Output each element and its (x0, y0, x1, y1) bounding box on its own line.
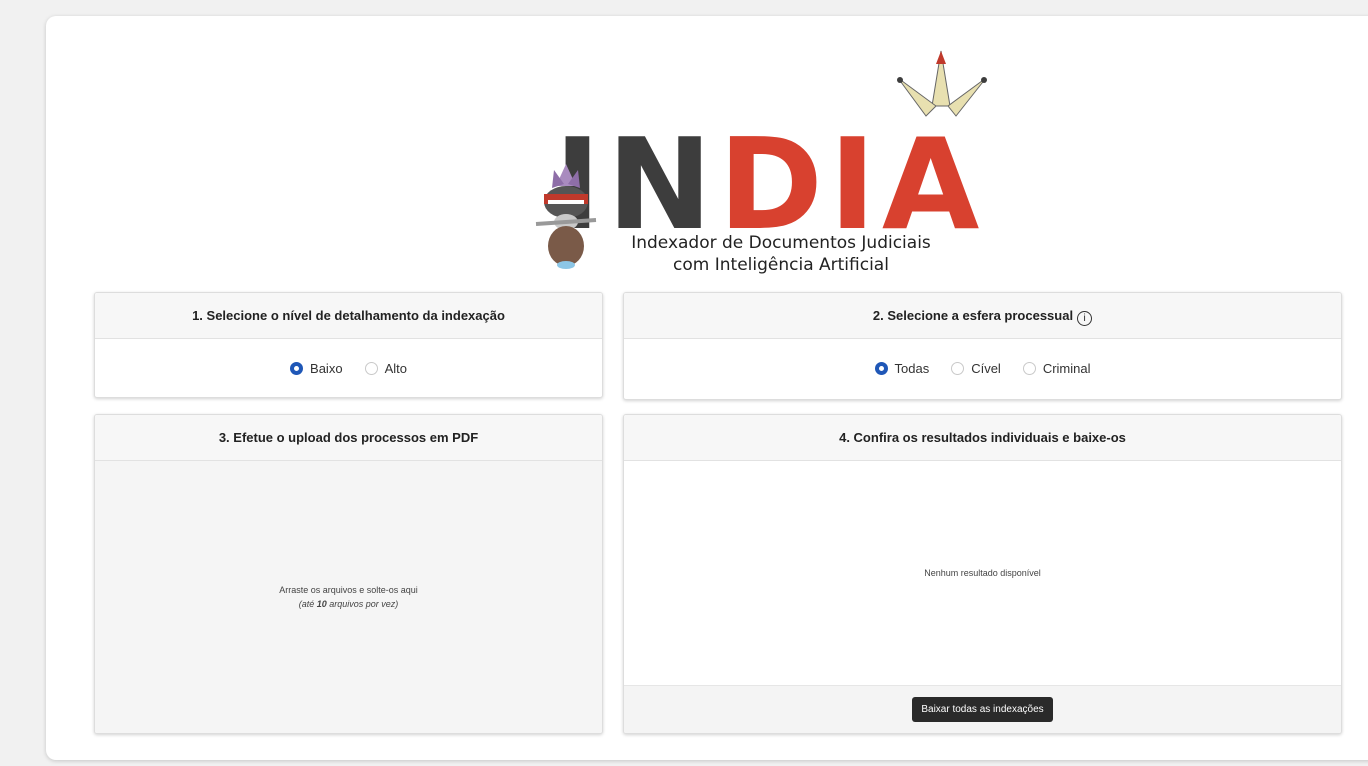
results-card: 4. Confira os resultados individuais e b… (623, 414, 1342, 734)
detail-level-options: Baixo Alto (95, 339, 602, 397)
download-all-button[interactable]: Baixar todas as indexações (912, 697, 1053, 722)
logo-letter: I (828, 111, 882, 258)
results-footer: Baixar todas as indexações (624, 685, 1341, 733)
empty-results-text: Nenhum resultado disponível (924, 568, 1041, 578)
logo-letter: D (718, 111, 829, 258)
mascot-icon (535, 164, 597, 269)
india-logo: I N D I A Indexador de Documentos Judici… (526, 46, 1026, 286)
info-icon[interactable]: i (1077, 311, 1093, 326)
max-files-count: 10 (316, 599, 327, 609)
radio-alto[interactable]: Alto (364, 360, 407, 376)
radio-civel[interactable]: Cível (951, 361, 1001, 376)
radio-label: Criminal (1042, 360, 1091, 376)
radio-baixo[interactable]: Baixo (290, 361, 343, 376)
dropzone-text: Arraste os arquivos e solte-os aqui (279, 585, 418, 595)
card-title: 2. Selecione a esfera processual i (624, 293, 1341, 339)
card-title: 1. Selecione o nível de detalhamento da … (95, 293, 602, 339)
radio-label: Alto (384, 360, 407, 376)
radio-label: Baixo (310, 360, 343, 376)
file-dropzone[interactable]: Arraste os arquivos e solte-os aqui (até… (95, 461, 602, 733)
logo-tagline: Indexador de Documentos Judiciais com In… (616, 232, 946, 276)
upload-card: 3. Efetue o upload dos processos em PDF … (94, 414, 603, 734)
tagline-line-2: com Inteligência Artificial (673, 255, 889, 275)
procedural-sphere-card: 2. Selecione a esfera processual i Todas … (623, 292, 1342, 400)
logo-letter: A (881, 111, 986, 258)
card-title-text: 2. Selecione a esfera processual (872, 308, 1074, 323)
radio-criminal[interactable]: Criminal (1022, 360, 1091, 376)
main-panel: I N D I A Indexador de Documentos Judici… (46, 16, 1368, 760)
tagline-line-1: Indexador de Documentos Judiciais (631, 233, 931, 253)
radio-todas[interactable]: Todas (874, 360, 930, 376)
card-title: 3. Efetue o upload dos processos em PDF (95, 415, 602, 461)
radio-selected-icon[interactable] (290, 361, 304, 375)
radio-label: Todas (894, 360, 930, 376)
results-area: Nenhum resultado disponível (624, 461, 1341, 685)
radio-unselected-icon[interactable] (951, 361, 965, 375)
card-title: 4. Confira os resultados individuais e b… (624, 415, 1341, 461)
radio-unselected-icon[interactable] (364, 361, 378, 375)
radio-unselected-icon[interactable] (1022, 361, 1036, 375)
radio-label: Cível (971, 360, 1001, 376)
sphere-options: Todas Cível Criminal (624, 339, 1341, 397)
logo-letter: N (606, 111, 719, 258)
dropzone-subtext: (até 10 arquivos por vez) (298, 599, 399, 609)
radio-selected-icon[interactable] (874, 361, 888, 375)
indexing-detail-card: 1. Selecione o nível de detalhamento da … (94, 292, 603, 398)
logo-wordmark: I N D I A (554, 120, 985, 248)
